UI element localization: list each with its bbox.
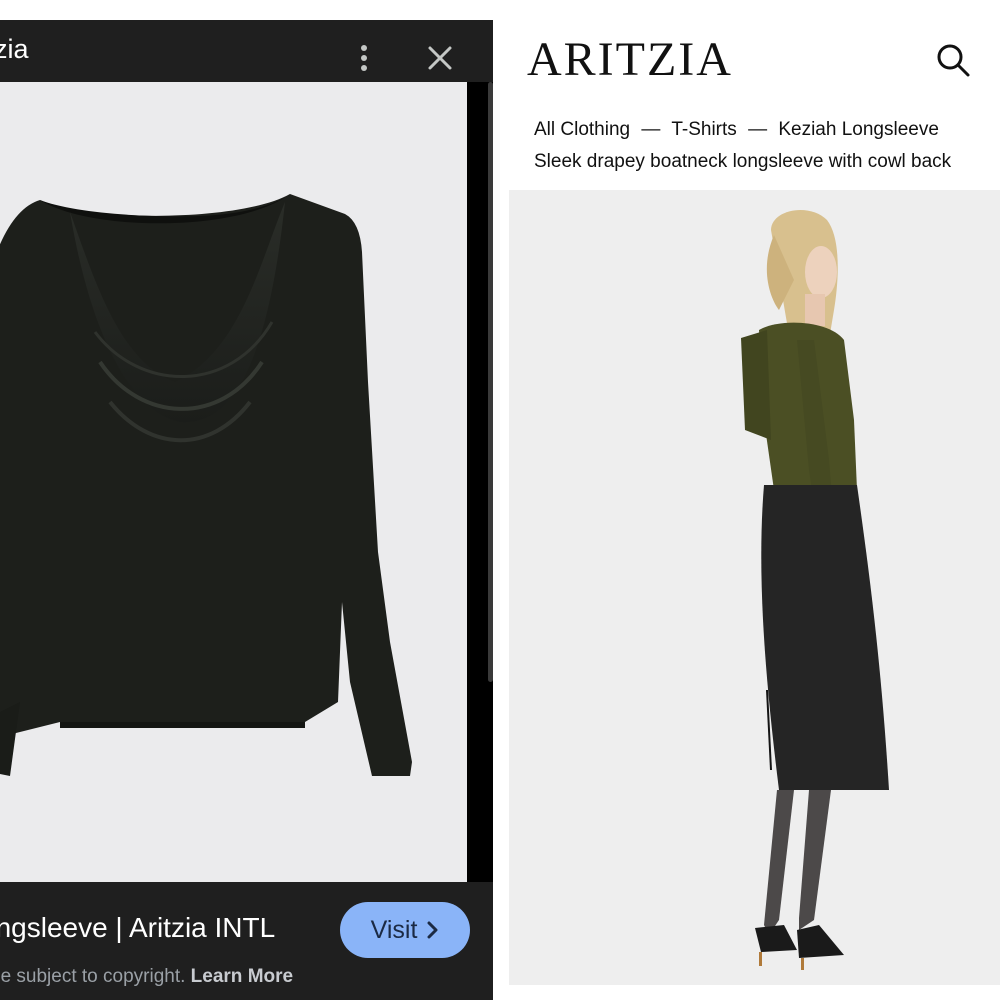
panel-divider — [495, 0, 509, 1000]
breadcrumb-separator: — — [748, 119, 768, 140]
image-preview-area — [0, 82, 493, 882]
viewer-caption-bar: ongsleeve | Aritzia INTL Visit be subjec… — [0, 882, 493, 1000]
caption-title-link[interactable]: ongsleeve | Aritzia INTL — [0, 912, 275, 944]
model-product-image[interactable] — [509, 190, 1000, 985]
breadcrumb-current-product[interactable]: Keziah Longsleeve — [778, 119, 939, 140]
close-button[interactable] — [422, 40, 458, 76]
viewer-top-bar: zia — [0, 20, 493, 82]
chevron-right-icon — [427, 921, 438, 939]
learn-more-link[interactable]: Learn More — [191, 966, 293, 987]
breadcrumb-all-clothing[interactable]: All Clothing — [534, 119, 630, 140]
product-image[interactable] — [0, 82, 467, 882]
breadcrumb-separator: — — [641, 119, 661, 140]
search-icon — [937, 44, 970, 77]
copyright-text: be subject to copyright. — [0, 966, 186, 987]
visit-button[interactable]: Visit — [340, 902, 470, 958]
breadcrumb: All Clothing — T-Shirts — Keziah Longsle… — [534, 119, 939, 141]
image-viewer-panel: zia ongsleeve | Aritzia INTL Visit be su… — [0, 0, 495, 1000]
more-options-button[interactable] — [352, 40, 376, 76]
model-wearing-top-illustration — [741, 209, 889, 970]
black-cowl-top-illustration — [0, 194, 412, 776]
scrollbar-thumb[interactable] — [488, 82, 493, 682]
copyright-notice: be subject to copyright. Learn More — [0, 966, 293, 988]
visit-button-label: Visit — [370, 915, 418, 944]
breadcrumb-t-shirts[interactable]: T-Shirts — [671, 119, 736, 140]
close-icon — [428, 46, 452, 70]
search-button[interactable] — [933, 40, 973, 80]
store-page-panel: ARITZIA All Clothing — T-Shirts — Keziah… — [509, 0, 1000, 1000]
viewer-source-title[interactable]: zia — [0, 34, 29, 65]
more-vert-icon — [361, 45, 367, 71]
brand-logo[interactable]: ARITZIA — [527, 32, 733, 87]
product-description: Sleek drapey boatneck longsleeve with co… — [534, 151, 952, 172]
